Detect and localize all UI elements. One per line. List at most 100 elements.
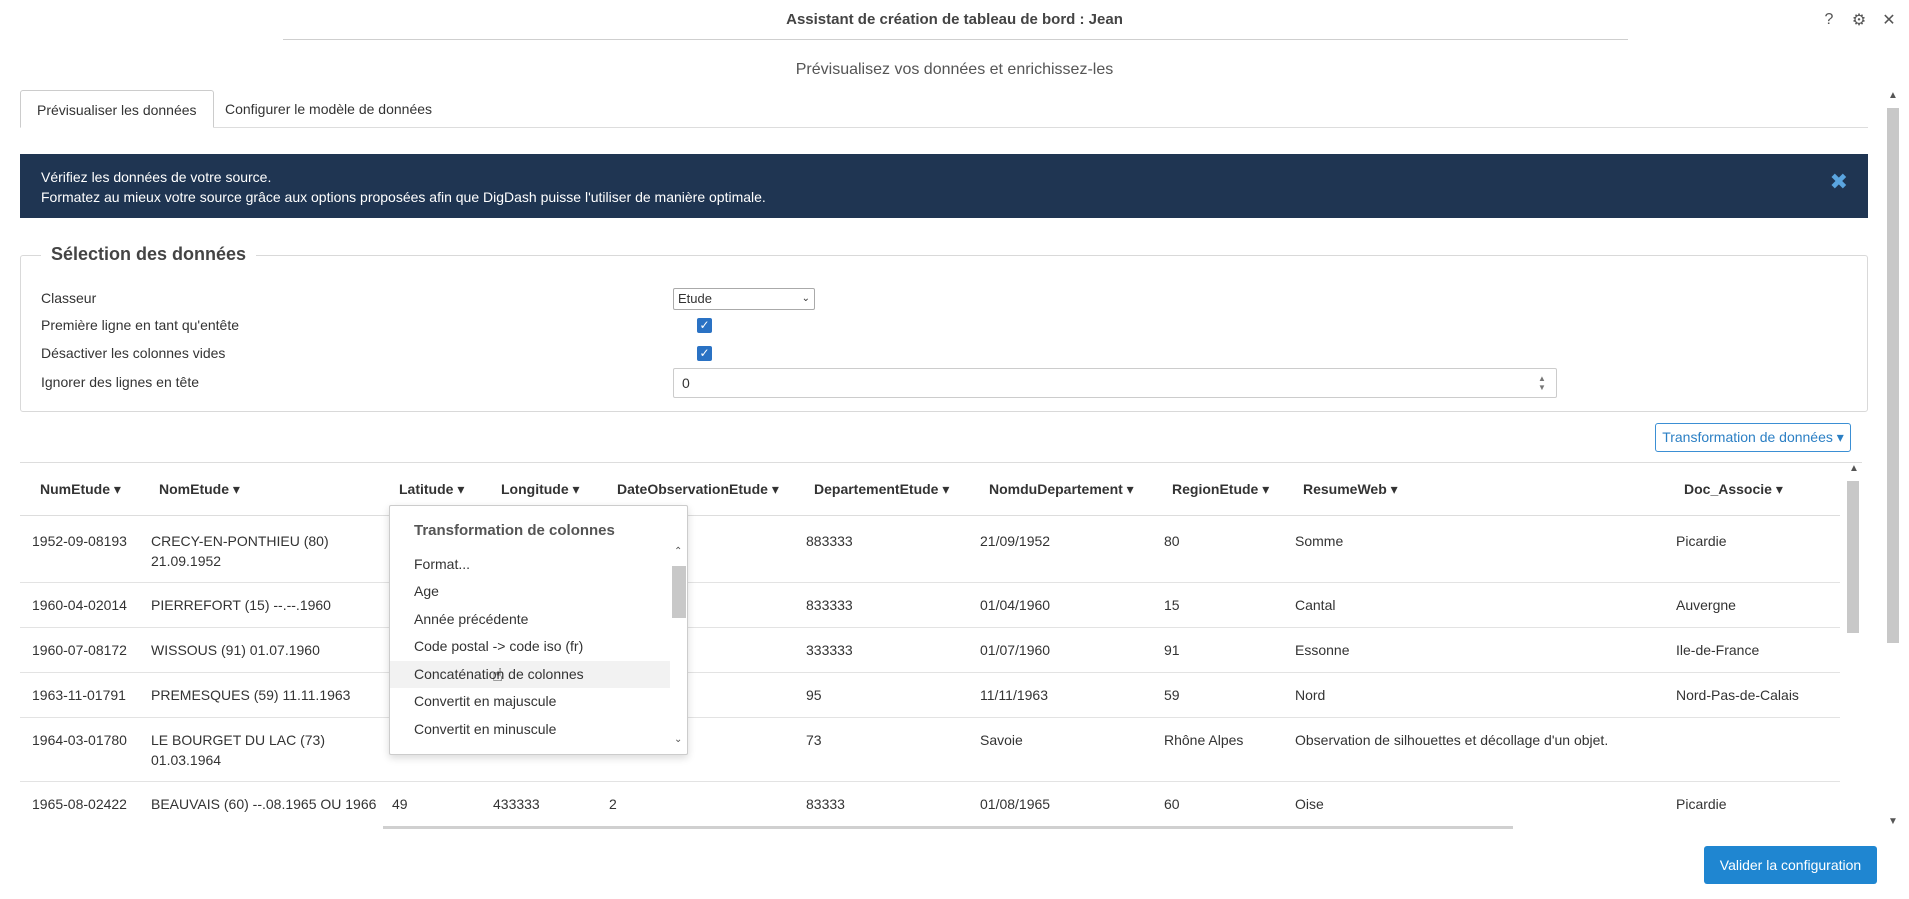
menu-item-lowercase[interactable]: Convertit en minuscule bbox=[390, 716, 670, 743]
title-divider bbox=[283, 39, 1628, 40]
banner-line-1: Vérifiez les données de votre source. bbox=[41, 169, 272, 185]
main-scrollbar-thumb[interactable] bbox=[1887, 108, 1899, 643]
col-header-resumeweb[interactable]: ResumeWeb ▾ bbox=[1303, 481, 1398, 498]
data-preview-table: NumEtude ▾ NomEtude ▾ Latitude ▾ Longitu… bbox=[20, 462, 1862, 822]
cell-nomdudepartement: 01/07/1960 bbox=[980, 642, 1051, 658]
validate-configuration-button[interactable]: Valider la configuration bbox=[1704, 846, 1877, 884]
row-divider bbox=[20, 582, 1840, 583]
menu-scrollbar-thumb[interactable] bbox=[672, 566, 686, 618]
cell-doc-associe: Nord-Pas-de-Calais bbox=[1676, 687, 1799, 703]
menu-scroll-up-icon[interactable]: ⌃ bbox=[674, 546, 682, 557]
cell-resumeweb: Observation de silhouettes et décollage … bbox=[1295, 732, 1609, 748]
tab-preview-data[interactable]: Prévisualiser les données bbox=[20, 90, 214, 128]
top-bar: Assistant de création de tableau de bord… bbox=[0, 0, 1909, 40]
col-header-numetude[interactable]: NumEtude ▾ bbox=[40, 481, 121, 498]
cell-numetude: 1964-03-01780 bbox=[32, 732, 127, 748]
ignore-rows-label: Ignorer des lignes en tête bbox=[41, 374, 199, 390]
col-header-latitude[interactable]: Latitude ▾ bbox=[399, 481, 464, 498]
menu-item-format[interactable]: Format... bbox=[390, 551, 670, 578]
cell-nomdudepartement: 01/08/1965 bbox=[980, 796, 1051, 812]
hand-cursor-icon: ☝ bbox=[492, 665, 503, 685]
disable-empty-cols-checkbox[interactable]: ✓ bbox=[697, 346, 712, 361]
data-selection-panel: Sélection des données Classeur Etude ⌄ P… bbox=[20, 244, 1868, 412]
cell-nomdudepartement: 01/04/1960 bbox=[980, 597, 1051, 613]
col-header-doc-associe[interactable]: Doc_Associe ▾ bbox=[1684, 481, 1783, 498]
table-scrollbar[interactable]: ▲ bbox=[1846, 463, 1860, 822]
menu-item-age[interactable]: Age bbox=[390, 578, 670, 605]
cell-numetude: 1952-09-08193 bbox=[32, 533, 127, 549]
row-divider bbox=[20, 627, 1840, 628]
row-divider bbox=[20, 672, 1840, 673]
first-row-header-checkbox[interactable]: ✓ bbox=[697, 318, 712, 333]
tab-bar: Prévisualiser les données Configurer le … bbox=[20, 90, 1868, 128]
cell-longitude: 433333 bbox=[493, 796, 540, 812]
cell-latitude: 49 bbox=[392, 796, 408, 812]
header-divider bbox=[20, 515, 1840, 516]
cell-regionetude: 15 bbox=[1164, 597, 1180, 613]
cell-nometude-line2: 21.09.1952 bbox=[151, 553, 222, 569]
menu-scrollbar[interactable]: ⌃ ⌄ bbox=[671, 546, 687, 751]
tab-configure-model[interactable]: Configurer le modèle de données bbox=[209, 90, 448, 128]
cell-doc-associe: Ile-de-France bbox=[1676, 642, 1760, 658]
cell-resumeweb: Somme bbox=[1295, 533, 1344, 549]
disable-empty-cols-label: Désactiver les colonnes vides bbox=[41, 345, 226, 361]
cell-departement: 95 bbox=[806, 687, 822, 703]
ignore-rows-stepper[interactable]: ▲ ▼ bbox=[1536, 374, 1548, 392]
col-header-departement[interactable]: DepartementEtude ▾ bbox=[814, 481, 949, 498]
data-selection-legend: Sélection des données bbox=[41, 244, 257, 265]
cell-resumeweb: Cantal bbox=[1295, 597, 1336, 613]
cell-doc-associe: Auvergne bbox=[1676, 597, 1736, 613]
cell-nometude: PIERREFORT (15) --.--.1960 bbox=[151, 597, 331, 613]
menu-scroll-down-icon[interactable]: ⌄ bbox=[674, 734, 682, 745]
cell-regionetude: Rhône Alpes bbox=[1164, 732, 1244, 748]
banner-line-2: Formatez au mieux votre source grâce aux… bbox=[41, 189, 766, 205]
column-transformation-menu: Transformation de colonnes Format... Age… bbox=[389, 505, 688, 755]
scroll-up-icon[interactable]: ▲ bbox=[1888, 90, 1898, 101]
cell-regionetude: 60 bbox=[1164, 796, 1180, 812]
page-subtitle: Prévisualisez vos données et enrichissez… bbox=[795, 61, 1114, 78]
cell-nomdudepartement: Savoie bbox=[980, 732, 1023, 748]
col-header-nomdudepartement[interactable]: NomduDepartement ▾ bbox=[989, 481, 1134, 498]
window-controls: ? ⚙ ✕ bbox=[1817, 8, 1901, 32]
data-transformation-button[interactable]: Transformation de données ▾ bbox=[1655, 423, 1851, 452]
col-header-dateobservation[interactable]: DateObservationEtude ▾ bbox=[617, 481, 779, 498]
gear-icon[interactable]: ⚙ bbox=[1847, 8, 1871, 32]
table-scroll-up-icon[interactable]: ▲ bbox=[1849, 463, 1859, 474]
table-scrollbar-thumb[interactable] bbox=[1847, 481, 1859, 633]
col-header-regionetude[interactable]: RegionEtude ▾ bbox=[1172, 481, 1269, 498]
cell-resumeweb: Nord bbox=[1295, 687, 1326, 703]
chevron-down-icon: ⌄ bbox=[801, 293, 810, 304]
cell-dateobservation: 2 bbox=[609, 796, 617, 812]
row-divider bbox=[20, 717, 1840, 718]
cell-numetude: 1963-11-01791 bbox=[32, 687, 126, 703]
cell-regionetude: 59 bbox=[1164, 687, 1180, 703]
menu-item-uppercase[interactable]: Convertit en majuscule bbox=[390, 688, 670, 715]
menu-title: Transformation de colonnes bbox=[414, 522, 615, 539]
close-icon[interactable]: ✕ bbox=[1877, 8, 1901, 32]
table-horizontal-scrollbar[interactable] bbox=[383, 826, 1513, 829]
cell-numetude: 1960-04-02014 bbox=[32, 597, 127, 613]
cell-nometude: PREMESQUES (59) 11.11.1963 bbox=[151, 687, 351, 703]
cell-departement: 83333 bbox=[806, 796, 845, 812]
cell-departement: 73 bbox=[806, 732, 822, 748]
banner-close-icon[interactable]: ✖ bbox=[1830, 171, 1848, 193]
main-scrollbar[interactable]: ▲ ▼ bbox=[1885, 90, 1901, 830]
cell-nomdudepartement: 21/09/1952 bbox=[980, 533, 1051, 549]
cell-departement: 833333 bbox=[806, 597, 853, 613]
col-header-nometude[interactable]: NomEtude ▾ bbox=[159, 481, 240, 498]
menu-item-postal-to-iso[interactable]: Code postal -> code iso (fr) bbox=[390, 633, 670, 660]
cell-nometude: CRECY-EN-PONTHIEU (80) bbox=[151, 533, 329, 549]
menu-item-concatenate-columns[interactable]: Concaténation de colonnes bbox=[390, 661, 670, 688]
help-icon[interactable]: ? bbox=[1817, 8, 1841, 32]
cell-nomdudepartement: 11/11/1963 bbox=[980, 687, 1048, 703]
menu-item-previous-year[interactable]: Année précédente bbox=[390, 606, 670, 633]
classeur-select[interactable]: Etude ⌄ bbox=[673, 288, 815, 310]
classeur-select-value: Etude bbox=[678, 291, 712, 306]
scroll-down-icon[interactable]: ▼ bbox=[1888, 816, 1898, 827]
cell-nometude-line2: 01.03.1964 bbox=[151, 752, 222, 768]
first-row-header-label: Première ligne en tant qu'entête bbox=[41, 317, 240, 333]
wizard-title: Assistant de création de tableau de bord… bbox=[786, 11, 1123, 28]
ignore-rows-input[interactable]: 0 ▲ ▼ bbox=[673, 368, 1557, 398]
cell-numetude: 1965-08-02422 bbox=[32, 796, 127, 812]
col-header-longitude[interactable]: Longitude ▾ bbox=[501, 481, 580, 498]
